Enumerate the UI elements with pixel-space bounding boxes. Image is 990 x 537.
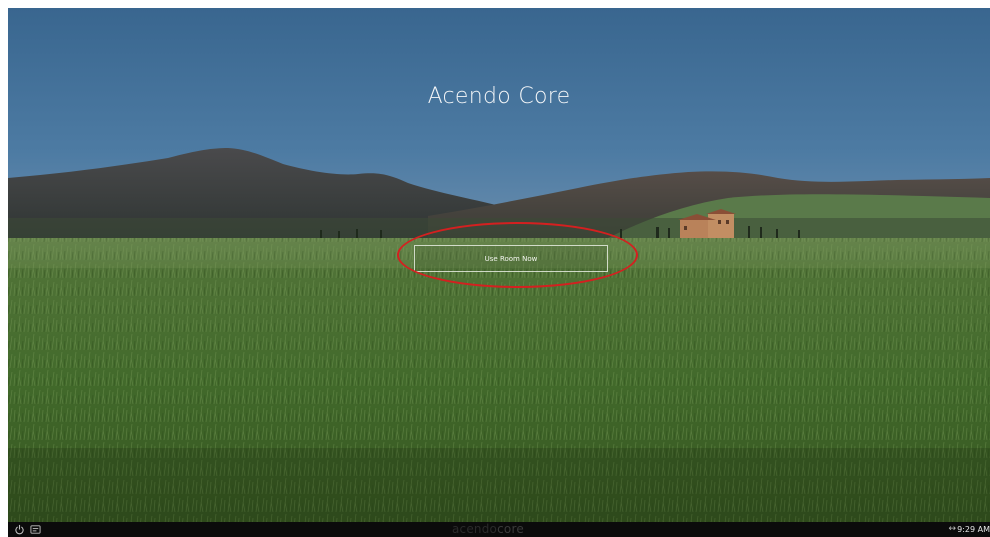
brand-logo-part2: core bbox=[497, 522, 524, 536]
power-icon[interactable] bbox=[14, 524, 25, 535]
clock: 9:29 AM bbox=[957, 525, 990, 534]
network-icon[interactable]: ↔ bbox=[948, 522, 956, 537]
app-title: Acendo Core bbox=[427, 84, 571, 109]
use-room-now-button[interactable]: Use Room Now bbox=[414, 245, 608, 272]
taskbar: acendocore ↔ 9:29 AM bbox=[8, 522, 990, 537]
settings-icon[interactable] bbox=[30, 524, 41, 535]
kiosk-screen: Acendo Core Use Room Now acendocore ↔ 9:… bbox=[8, 8, 990, 537]
background-landscape: Acendo Core Use Room Now bbox=[8, 8, 990, 522]
brand-logo: acendocore bbox=[452, 522, 524, 537]
brand-logo-part1: acendo bbox=[452, 522, 498, 536]
